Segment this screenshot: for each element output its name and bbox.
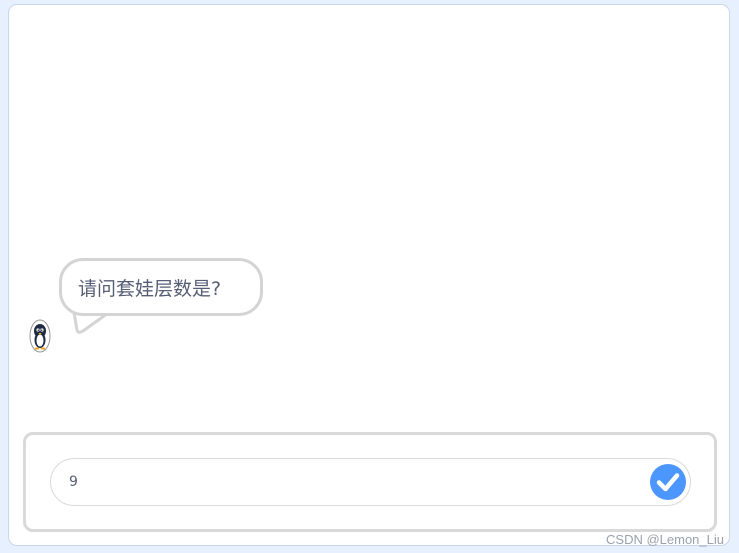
sprite[interactable] [29, 319, 51, 353]
checkmark-icon [656, 473, 680, 492]
stage: 请问套娃层数是? [8, 4, 730, 546]
penguin-icon [29, 319, 51, 353]
ask-prompt-panel [23, 432, 717, 532]
speech-bubble: 请问套娃层数是? [59, 258, 263, 316]
answer-input-container [50, 458, 691, 506]
speech-bubble-text: 请问套娃层数是? [78, 278, 222, 300]
watermark: CSDN @Lemon_Liu [606, 532, 724, 547]
submit-answer-button[interactable] [650, 464, 686, 500]
answer-input[interactable] [69, 471, 629, 493]
